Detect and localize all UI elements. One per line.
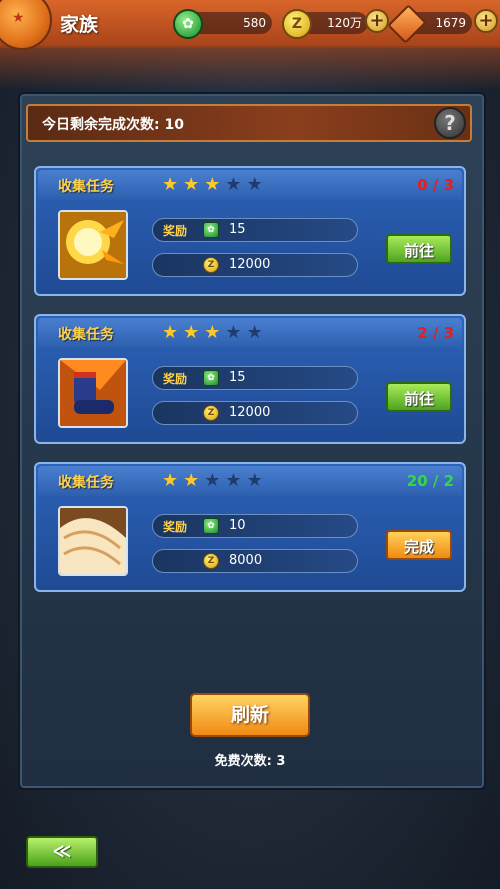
star-filled-icon: ★ [183,470,205,491]
task-title: 收集任务 [58,475,114,491]
reward-label: 奖励 [163,372,188,386]
task-progress: 2 / 3 [417,324,454,342]
star-empty-icon: ★ [225,174,247,195]
feather-icon[interactable] [58,506,128,576]
add-gold-button[interactable]: + [365,9,389,33]
green-jade-icon: ✿ [203,518,219,534]
refresh-button[interactable]: 刷新 [190,693,310,737]
star-filled-icon: ★ [183,174,205,195]
difficulty-stars: ★★★★★ [162,174,268,195]
task-progress: 0 / 3 [417,176,454,194]
star-empty-icon: ★ [246,470,268,491]
task-card-header: 收集任务 ★★★★★ 2 / 3 [38,318,462,348]
jade-reward-row: 奖励 ✿ 15 [152,218,358,242]
star-empty-icon: ★ [204,470,226,491]
task-progress: 20 / 2 [406,472,454,490]
task-card-header: 收集任务 ★★★★★ 0 / 3 [38,170,462,200]
go-button[interactable]: 前往 [386,234,452,264]
coin-reward-row: Z 8000 [152,549,358,573]
remaining-count-bar: 今日剩余完成次数: 10 ? [26,104,472,142]
star-filled-icon: ★ [204,322,226,343]
jade-reward-row: 奖励 ✿ 10 [152,514,358,538]
free-count-label: 免费次数: 3 [214,754,286,769]
star-filled-icon: ★ [162,322,184,343]
star-filled-icon: ★ [162,174,184,195]
coin-reward-row: Z 12000 [152,401,358,425]
star-empty-icon: ★ [225,470,247,491]
coin-reward-row: Z 12000 [152,253,358,277]
star-filled-icon: ★ [162,470,184,491]
energy-blast-icon[interactable] [58,210,128,280]
gold-count: 120万 [327,16,362,30]
go-button[interactable]: 前往 [386,382,452,412]
gold-coin-icon: Z [203,257,219,273]
coin-reward-value: 8000 [229,553,263,568]
gold-coin-icon: Z [282,9,312,39]
crystal-count: 1679 [435,16,466,30]
jade-reward-value: 15 [229,370,246,385]
difficulty-stars: ★★★★★ [162,470,268,491]
green-jade-icon: ✿ [203,370,219,386]
top-bar-decoration [0,46,500,90]
jade-reward-value: 10 [229,518,246,533]
task-title: 收集任务 [58,327,114,343]
jade-reward-row: 奖励 ✿ 15 [152,366,358,390]
add-crystal-button[interactable]: + [474,9,498,33]
task-card: 收集任务 ★★★★★ 2 / 3 奖励 ✿ 15 Z 12000 前往 [34,314,466,444]
task-card: 收集任务 ★★★★★ 0 / 3 奖励 ✿ 15 Z 12000 前往 [34,166,466,296]
page-title: 家族 [60,14,99,36]
gold-coin-icon: Z [203,553,219,569]
task-card-header: 收集任务 ★★★★★ 20 / 2 [38,466,462,496]
coin-reward-value: 12000 [229,257,271,272]
reward-label: 奖励 [163,224,188,238]
gold-coin-icon: Z [203,405,219,421]
star-empty-icon: ★ [225,322,247,343]
green-jade-icon: ✿ [173,9,203,39]
remaining-count-label: 今日剩余完成次数: 10 [42,117,184,133]
help-button[interactable]: ? [434,107,466,139]
star-empty-icon: ★ [246,322,268,343]
star-filled-icon: ★ [183,322,205,343]
task-card: 收集任务 ★★★★★ 20 / 2 奖励 ✿ 10 Z 8000 完成 [34,462,466,592]
star-empty-icon: ★ [246,174,268,195]
difficulty-stars: ★★★★★ [162,322,268,343]
back-button[interactable]: ≪ [26,836,98,868]
star-filled-icon: ★ [204,174,226,195]
jade-count: 580 [243,16,266,30]
complete-button[interactable]: 完成 [386,530,452,560]
reward-label: 奖励 [163,520,188,534]
boots-icon[interactable] [58,358,128,428]
green-jade-icon: ✿ [203,222,219,238]
task-title: 收集任务 [58,179,114,195]
coin-reward-value: 12000 [229,405,271,420]
jade-reward-value: 15 [229,222,246,237]
